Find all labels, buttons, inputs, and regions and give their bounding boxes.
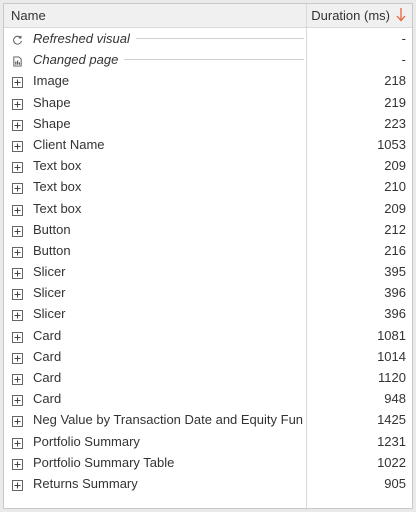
duration-value: 1231	[377, 433, 406, 449]
row-label: Card	[33, 391, 62, 407]
row-label: Changed page	[33, 52, 119, 68]
duration-value: 396	[384, 285, 406, 301]
row-label: Shape	[33, 115, 71, 131]
expand-icon[interactable]	[12, 203, 23, 216]
expand-icon[interactable]	[12, 75, 23, 89]
table-body: Refreshed visual - Changed page - Image 218 Sh…	[4, 28, 412, 494]
table-row[interactable]: Text box 210	[4, 176, 412, 197]
duration-value: 1022	[377, 454, 406, 470]
table-row[interactable]: Card 1014	[4, 346, 412, 367]
duration-value: 209	[384, 200, 406, 216]
expand-icon[interactable]	[12, 436, 23, 449]
row-label: Portfolio Summary	[33, 433, 140, 449]
table-header: Name Duration (ms)	[4, 4, 412, 28]
row-label: Card	[33, 327, 62, 343]
sort-descending-icon[interactable]	[395, 7, 407, 23]
duration-value: 219	[384, 94, 406, 110]
column-header-name[interactable]: Name	[11, 4, 46, 28]
expand-icon[interactable]	[12, 287, 23, 301]
expand-icon[interactable]	[12, 308, 23, 322]
table-row[interactable]: Text box 209	[4, 198, 412, 219]
duration-value: 216	[384, 242, 406, 258]
duration-value: 209	[384, 158, 406, 174]
table-row[interactable]: Card 1120	[4, 367, 412, 388]
table-row[interactable]: Shape 223	[4, 113, 412, 134]
table-row[interactable]: Neg Value by Transaction Date and Equity…	[4, 409, 412, 430]
expand-icon[interactable]	[12, 372, 23, 385]
row-label: Image	[33, 73, 70, 89]
refresh-icon	[12, 33, 23, 45]
table-row[interactable]: Slicer 396	[4, 303, 412, 324]
table-row[interactable]: Slicer 396	[4, 282, 412, 303]
expand-icon[interactable]	[12, 351, 23, 364]
duration-value: 1120	[378, 370, 406, 385]
duration-value: 210	[384, 179, 406, 195]
expand-icon[interactable]	[12, 266, 23, 280]
duration-value: 905	[384, 475, 406, 491]
table-row[interactable]: Text box 209	[4, 155, 412, 176]
duration-value: 395	[384, 264, 406, 280]
table-row[interactable]: Image 218	[4, 70, 412, 91]
expand-icon[interactable]	[12, 97, 23, 110]
table-row[interactable]: Changed page -	[4, 49, 412, 70]
table-row[interactable]: Portfolio Summary Table 1022	[4, 452, 412, 473]
duration-value: 1014	[377, 348, 406, 364]
expand-icon[interactable]	[12, 181, 23, 195]
separator-line	[136, 38, 304, 39]
row-label: Returns Summary	[33, 475, 138, 491]
duration-value: 1425	[377, 412, 406, 428]
row-label: Shape	[33, 94, 71, 110]
page-icon	[12, 54, 23, 67]
table-row[interactable]: Client Name 1053	[4, 134, 412, 155]
expand-icon[interactable]	[12, 245, 23, 258]
table-row[interactable]: Shape 219	[4, 92, 412, 113]
expand-icon[interactable]	[12, 224, 23, 237]
separator-line	[124, 59, 304, 61]
duration-value: -	[401, 52, 406, 68]
expand-icon[interactable]	[12, 330, 23, 343]
duration-value: 1081	[377, 327, 406, 343]
row-label: Slicer	[33, 306, 66, 322]
table-row[interactable]: Card 948	[4, 388, 412, 409]
performance-analyzer-table: Name Duration (ms) Refreshed visual - Chan…	[3, 3, 413, 510]
expand-icon[interactable]	[12, 160, 23, 174]
duration-value: 396	[384, 306, 406, 322]
expand-icon[interactable]	[12, 457, 23, 470]
table-row[interactable]: Portfolio Summary 1231	[4, 431, 412, 452]
duration-value: 218	[384, 73, 406, 89]
duration-value: 223	[384, 115, 406, 131]
expand-icon[interactable]	[12, 414, 23, 428]
duration-value: 948	[384, 391, 406, 407]
row-label: Card	[33, 348, 62, 364]
row-label: Neg Value by Transaction Date and Equity…	[33, 412, 303, 428]
expand-icon[interactable]	[12, 393, 23, 407]
row-label: Slicer	[33, 285, 66, 301]
row-label: Portfolio Summary Table	[33, 454, 175, 470]
expand-icon[interactable]	[12, 118, 23, 131]
row-label: Text box	[33, 200, 82, 216]
row-label: Button	[33, 221, 71, 237]
table-row[interactable]: Card 1081	[4, 325, 412, 346]
table-row[interactable]: Refreshed visual -	[4, 28, 412, 49]
table-row[interactable]: Button 216	[4, 240, 412, 261]
row-label: Client Name	[33, 136, 105, 152]
duration-value: 212	[384, 221, 406, 237]
column-header-duration[interactable]: Duration (ms)	[306, 4, 412, 27]
duration-value: 1053	[377, 136, 406, 152]
row-label: Text box	[33, 179, 82, 195]
row-label: Text box	[33, 158, 82, 174]
table-row[interactable]: Returns Summary 905	[4, 473, 412, 494]
row-label: Slicer	[33, 264, 66, 280]
duration-value: -	[401, 31, 406, 46]
expand-icon[interactable]	[12, 478, 23, 491]
row-label: Button	[33, 242, 71, 258]
expand-icon[interactable]	[12, 139, 23, 152]
table-row[interactable]: Button 212	[4, 219, 412, 240]
duration-header-label: Duration (ms)	[311, 8, 390, 23]
table-row[interactable]: Slicer 395	[4, 261, 412, 282]
row-label: Card	[33, 370, 62, 385]
row-label: Refreshed visual	[33, 31, 130, 46]
